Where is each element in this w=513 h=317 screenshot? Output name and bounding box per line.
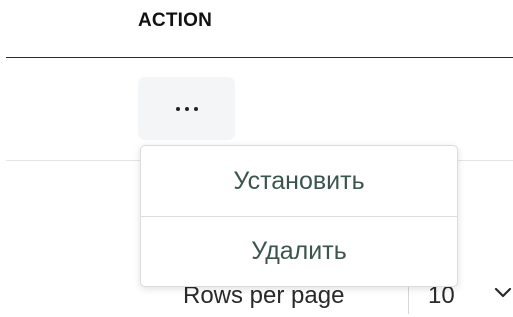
row-actions-menu: Установить Удалить — [140, 145, 458, 287]
row-actions-button[interactable] — [138, 77, 235, 140]
chevron-down-icon[interactable] — [493, 283, 513, 303]
more-horizontal-icon — [175, 106, 198, 111]
action-column-header: ACTION — [138, 10, 213, 31]
header-divider — [6, 57, 513, 58]
menu-item-delete[interactable]: Удалить — [141, 216, 457, 286]
menu-item-install[interactable]: Установить — [141, 146, 457, 216]
